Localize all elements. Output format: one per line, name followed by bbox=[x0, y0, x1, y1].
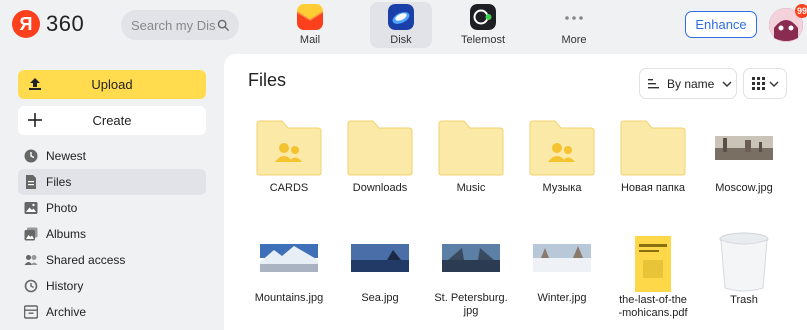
sidebar-item-label: Shared access bbox=[46, 253, 126, 267]
yandex-360-logo[interactable]: Я 360 bbox=[12, 10, 84, 38]
file-name: Downloads bbox=[352, 182, 408, 194]
photo-icon bbox=[24, 202, 38, 214]
app-label: Disk bbox=[390, 34, 412, 46]
file-tile-last-of-the-mohicans[interactable]: the-last-of-the -mohicans.pdf bbox=[613, 230, 693, 320]
file-name: Winter.jpg bbox=[537, 292, 587, 304]
sidebar-item-label: Photo bbox=[46, 201, 78, 215]
sidebar-item-label: History bbox=[46, 279, 84, 293]
image-thumbnail bbox=[533, 230, 591, 286]
chevron-down-icon bbox=[722, 81, 732, 87]
file-name: Mountains.jpg bbox=[254, 292, 324, 304]
upload-label: Upload bbox=[91, 77, 133, 92]
create-label: Create bbox=[92, 113, 132, 128]
top-bar: Я 360 Mail Disk bbox=[0, 0, 807, 54]
chevron-down-icon bbox=[769, 81, 778, 87]
more-icon bbox=[565, 16, 583, 20]
file-tile-mountains[interactable]: Mountains.jpg bbox=[249, 230, 329, 305]
albums-icon bbox=[24, 227, 38, 241]
telemost-icon bbox=[470, 4, 496, 30]
logo-text: 360 bbox=[46, 11, 85, 36]
app-switcher: Mail Disk Telemost More bbox=[279, 2, 634, 48]
app-label: More bbox=[561, 34, 587, 46]
archive-icon bbox=[24, 305, 38, 319]
files-panel: Files By name CARDS Downloads Music Музы… bbox=[224, 54, 807, 330]
upload-button[interactable]: Upload bbox=[18, 70, 206, 99]
view-mode-dropdown[interactable] bbox=[743, 68, 787, 99]
sidebar-item-files[interactable]: Files bbox=[18, 169, 206, 195]
file-name: Moscow.jpg bbox=[715, 182, 773, 194]
file-tile-novaya-papka[interactable]: Новая папка bbox=[613, 120, 693, 195]
notification-badge: 99 bbox=[795, 4, 807, 18]
sidebar-item-label: Newest bbox=[46, 149, 87, 163]
disk-icon bbox=[388, 4, 414, 30]
folder-icon bbox=[347, 120, 413, 176]
file-name: Sea.jpg bbox=[361, 292, 399, 304]
sidebar-item-label: Albums bbox=[46, 227, 87, 241]
image-thumbnail bbox=[442, 230, 500, 286]
sidebar-item-archive[interactable]: Archive bbox=[18, 299, 206, 325]
file-tile-cards[interactable]: CARDS bbox=[249, 120, 329, 195]
shared-icon bbox=[24, 255, 38, 265]
enhance-button[interactable]: Enhance bbox=[685, 11, 757, 38]
sort-dropdown[interactable]: By name bbox=[639, 68, 737, 99]
search-icon[interactable] bbox=[217, 18, 229, 32]
grid-view-icon bbox=[751, 77, 765, 90]
sort-label: By name bbox=[667, 76, 715, 91]
file-name: Новая папка bbox=[620, 182, 686, 194]
file-name: Музыка bbox=[542, 182, 582, 194]
app-label: Mail bbox=[299, 34, 321, 46]
file-tile-sea[interactable]: Sea.jpg bbox=[340, 230, 420, 305]
file-tile-downloads[interactable]: Downloads bbox=[340, 120, 420, 195]
file-name: Music bbox=[456, 182, 486, 194]
folder-icon bbox=[620, 120, 686, 176]
yandex-logo-icon: Я bbox=[12, 10, 40, 38]
file-tile-st-petersburg[interactable]: St. Petersburg. jpg bbox=[431, 230, 511, 318]
file-name: St. Petersburg. jpg bbox=[434, 292, 508, 317]
sidebar: Upload Create Newest Files Photo Albums … bbox=[0, 54, 224, 330]
app-disk[interactable]: Disk bbox=[370, 2, 432, 48]
sidebar-item-label: Archive bbox=[46, 305, 87, 319]
file-icon bbox=[26, 175, 36, 189]
file-tile-muzyka[interactable]: Музыка bbox=[522, 120, 602, 195]
app-mail[interactable]: Mail bbox=[279, 2, 341, 48]
mail-icon bbox=[297, 4, 323, 30]
file-tile-moscow[interactable]: Moscow.jpg bbox=[704, 120, 784, 195]
app-label: Telemost bbox=[460, 34, 506, 46]
sidebar-item-shared-access[interactable]: Shared access bbox=[18, 247, 206, 273]
sidebar-nav: Newest Files Photo Albums Shared access … bbox=[18, 143, 206, 325]
app-telemost[interactable]: Telemost bbox=[452, 2, 514, 48]
image-thumbnail bbox=[715, 120, 773, 176]
search-box[interactable] bbox=[121, 10, 239, 40]
image-thumbnail bbox=[260, 230, 318, 286]
folder-icon bbox=[438, 120, 504, 176]
file-tile-trash[interactable]: Trash bbox=[704, 230, 784, 307]
file-tile-winter[interactable]: Winter.jpg bbox=[522, 230, 602, 305]
page-title: Files bbox=[248, 70, 287, 90]
shared-folder-icon bbox=[256, 120, 322, 176]
shared-folder-icon bbox=[529, 120, 595, 176]
search-input[interactable] bbox=[131, 17, 215, 33]
sidebar-item-newest[interactable]: Newest bbox=[18, 143, 206, 169]
app-more[interactable]: More bbox=[543, 2, 605, 48]
clock-icon bbox=[24, 149, 38, 163]
file-name: CARDS bbox=[269, 182, 309, 194]
sidebar-item-history[interactable]: History bbox=[18, 273, 206, 299]
create-button[interactable]: Create bbox=[18, 106, 206, 135]
sidebar-item-photo[interactable]: Photo bbox=[18, 195, 206, 221]
plus-icon bbox=[28, 113, 42, 127]
trash-icon bbox=[719, 232, 769, 292]
pdf-thumbnail bbox=[635, 236, 671, 292]
file-tile-music[interactable]: Music bbox=[431, 120, 511, 195]
image-thumbnail bbox=[351, 230, 409, 286]
sidebar-item-label: Files bbox=[46, 175, 72, 189]
sort-icon bbox=[648, 78, 659, 88]
sidebar-item-albums[interactable]: Albums bbox=[18, 221, 206, 247]
file-name: Trash bbox=[730, 294, 758, 306]
file-name: the-last-of-the -mohicans.pdf bbox=[618, 294, 688, 319]
history-icon bbox=[24, 279, 38, 293]
upload-icon bbox=[29, 78, 41, 90]
